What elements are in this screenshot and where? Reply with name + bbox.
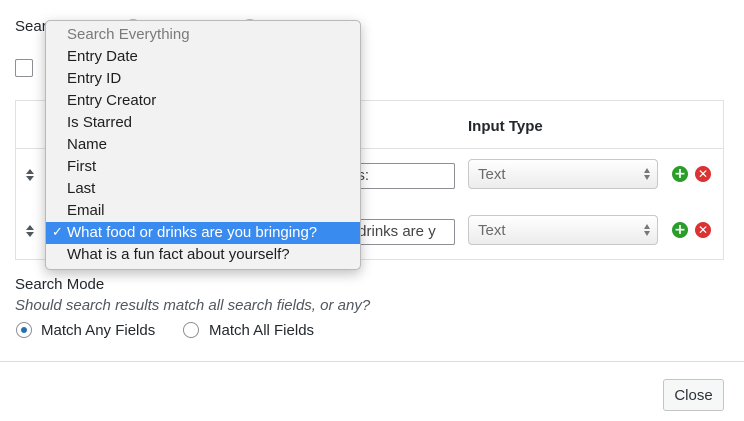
search-mode-title: Search Mode (15, 276, 105, 293)
select-arrows-icon (643, 223, 651, 237)
search-mode-description: Should search results match all search f… (15, 297, 371, 314)
dropdown-item-last[interactable]: Last (46, 178, 360, 200)
input-type-value: Text (478, 166, 506, 183)
dropdown-item-fun-fact[interactable]: What is a fun fact about yourself? (46, 244, 360, 266)
select-arrows-icon (643, 167, 651, 181)
dropdown-item-first[interactable]: First (46, 156, 360, 178)
remove-row-icon[interactable]: ✕ (695, 166, 711, 182)
match-any-radio[interactable] (16, 322, 32, 338)
input-type-select[interactable]: Text (468, 215, 658, 245)
dropdown-item-email[interactable]: Email (46, 200, 360, 222)
dropdown-item-is-starred[interactable]: Is Starred (46, 112, 360, 134)
sort-handle-icon[interactable] (25, 224, 35, 238)
add-row-icon[interactable]: + (672, 166, 688, 182)
checkmark-icon: ✓ (52, 225, 63, 240)
dropdown-item-entry-id[interactable]: Entry ID (46, 68, 360, 90)
dropdown-item-food-drinks[interactable]: ✓ What food or drinks are you bringing? (46, 222, 360, 244)
dropdown-item-search-everything[interactable]: Search Everything (46, 24, 360, 46)
field-select-dropdown: Search Everything Entry Date Entry ID En… (45, 20, 361, 270)
add-row-icon[interactable]: + (672, 222, 688, 238)
input-type-value: Text (478, 222, 506, 239)
input-type-select[interactable]: Text (468, 159, 658, 189)
dropdown-item-entry-creator[interactable]: Entry Creator (46, 90, 360, 112)
dropdown-item-entry-date[interactable]: Entry Date (46, 46, 360, 68)
close-button[interactable]: Close (663, 379, 724, 411)
match-any-label[interactable]: Match Any Fields (41, 322, 155, 339)
option-checkbox[interactable] (15, 59, 33, 77)
footer-divider (0, 361, 744, 362)
sort-handle-icon[interactable] (25, 168, 35, 182)
match-all-radio[interactable] (183, 322, 199, 338)
match-all-label[interactable]: Match All Fields (209, 322, 314, 339)
dropdown-item-name[interactable]: Name (46, 134, 360, 156)
remove-row-icon[interactable]: ✕ (695, 222, 711, 238)
header-input-type: Input Type (468, 118, 543, 135)
